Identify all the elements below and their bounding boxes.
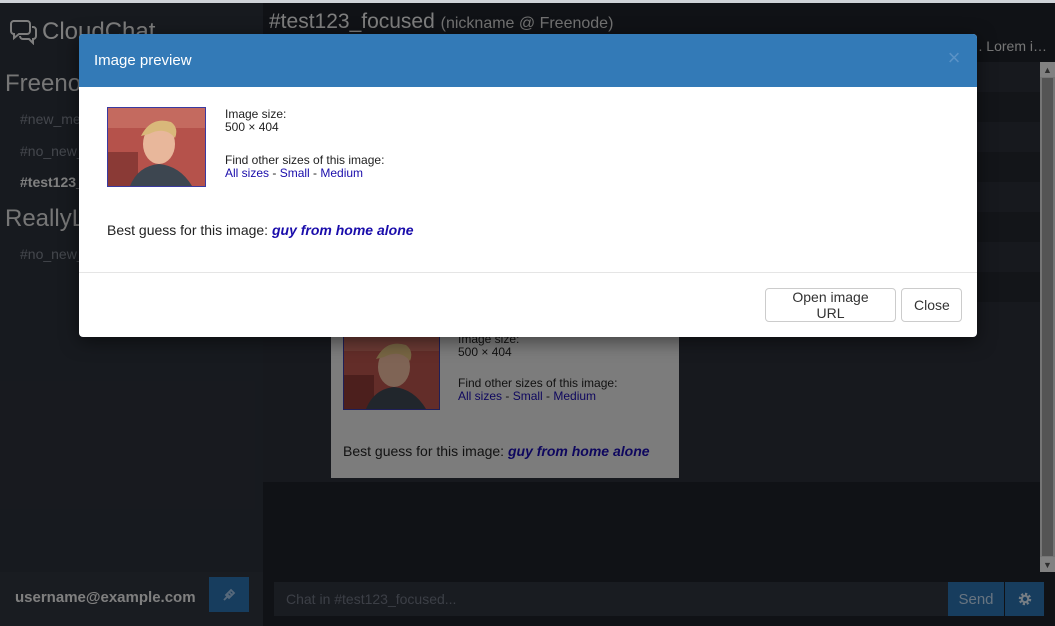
modal-header: Image preview × <box>79 34 977 87</box>
window-top-border <box>0 0 1055 3</box>
close-button[interactable]: Close <box>901 288 962 322</box>
modal-footer: Open image URL Close <box>79 272 977 337</box>
separator: - <box>269 166 280 180</box>
best-guess-label: Best guess for this image: <box>107 222 272 238</box>
link-small[interactable]: Small <box>280 166 310 180</box>
other-sizes-info: Find other sizes of this image: All size… <box>225 154 384 180</box>
best-guess-link[interactable]: guy from home alone <box>272 222 414 238</box>
image-size-info: Image size: 500 × 404 <box>225 108 286 134</box>
image-size-value: 500 × 404 <box>225 120 279 134</box>
modal-close-icon[interactable]: × <box>945 47 963 69</box>
link-medium[interactable]: Medium <box>320 166 363 180</box>
open-image-url-button[interactable]: Open image URL <box>765 288 896 322</box>
best-guess: Best guess for this image: guy from home… <box>107 222 414 238</box>
image-preview-modal: Image preview × Image size: 500 × 404 Fi… <box>79 34 977 337</box>
modal-body: Image size: 500 × 404 Find other sizes o… <box>79 87 977 272</box>
modal-thumbnail[interactable] <box>107 107 206 187</box>
size-links: All sizes - Small - Medium <box>225 167 384 180</box>
portrait-image <box>108 108 205 186</box>
modal-title: Image preview <box>94 52 192 69</box>
separator: - <box>309 166 321 180</box>
link-all-sizes[interactable]: All sizes <box>225 166 269 180</box>
